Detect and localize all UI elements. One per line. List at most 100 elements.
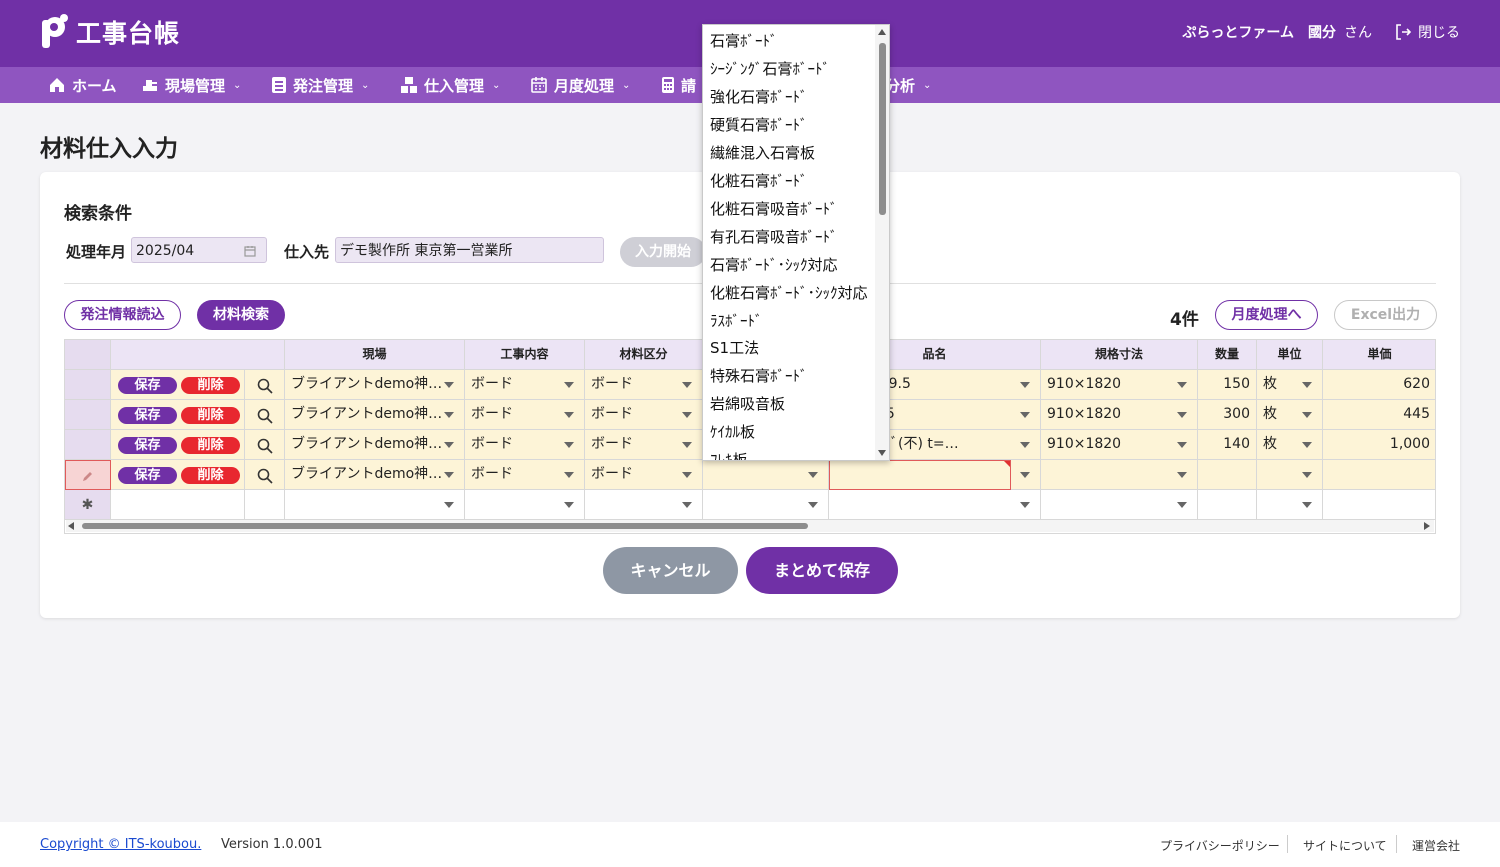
- search-icon[interactable]: [257, 408, 273, 424]
- new-cell-product[interactable]: [829, 490, 1041, 520]
- new-cell-work[interactable]: [465, 490, 585, 520]
- input-start-button[interactable]: 入力開始: [620, 237, 706, 267]
- monthly-process-button[interactable]: 月度処理へ: [1215, 300, 1318, 330]
- row-header-editing[interactable]: [65, 460, 111, 490]
- new-row-search[interactable]: [245, 490, 285, 520]
- cell-blank[interactable]: [703, 460, 829, 490]
- nav-purchase[interactable]: 仕入管理 ⌄: [400, 67, 500, 103]
- scroll-up-icon[interactable]: [878, 29, 886, 35]
- nav-order[interactable]: 発注管理 ⌄: [271, 67, 369, 103]
- cell-category[interactable]: ボード: [585, 430, 703, 460]
- row-header[interactable]: [65, 430, 111, 460]
- scrollbar-thumb[interactable]: [82, 523, 808, 529]
- cell-price[interactable]: [1323, 460, 1435, 490]
- grid-header-spec[interactable]: 規格寸法: [1041, 340, 1198, 370]
- cell-category[interactable]: ボード: [585, 400, 703, 430]
- dropdown-option[interactable]: 岩綿吸音板: [710, 393, 785, 414]
- cell-price[interactable]: 620: [1323, 370, 1435, 400]
- row-save-button[interactable]: 保存: [118, 407, 177, 424]
- dropdown-option[interactable]: 化粧石膏吸音ﾎﾞｰﾄﾞ: [710, 198, 838, 219]
- cell-work[interactable]: ボード: [465, 430, 585, 460]
- cell-site[interactable]: ブライアントdemo神…: [285, 400, 465, 430]
- search-icon[interactable]: [257, 438, 273, 454]
- row-search-cell[interactable]: [245, 460, 285, 490]
- new-cell-site[interactable]: [285, 490, 465, 520]
- row-delete-button[interactable]: 削除: [181, 437, 240, 454]
- cell-product-editing[interactable]: [829, 460, 1011, 490]
- cell-spec[interactable]: [1041, 460, 1198, 490]
- dropdown-scroll-thumb[interactable]: [879, 43, 886, 215]
- new-cell-price[interactable]: [1323, 490, 1435, 520]
- row-save-button[interactable]: 保存: [118, 467, 177, 484]
- cell-spec[interactable]: 910×1820: [1041, 400, 1198, 430]
- cell-site[interactable]: ブライアントdemo神…: [285, 430, 465, 460]
- cell-work[interactable]: ボード: [465, 400, 585, 430]
- calendar-icon[interactable]: [244, 245, 256, 257]
- grid-header-unit[interactable]: 単位: [1257, 340, 1323, 370]
- dropdown-option[interactable]: ｼｰｼﾞﾝｸﾞ石膏ﾎﾞｰﾄﾞ: [710, 58, 830, 79]
- cell-category[interactable]: ボード: [585, 370, 703, 400]
- grid-header-price[interactable]: 単価: [1323, 340, 1435, 370]
- new-cell-blank[interactable]: [703, 490, 829, 520]
- row-save-button[interactable]: 保存: [118, 437, 177, 454]
- nav-home[interactable]: ホーム: [48, 67, 117, 103]
- row-delete-button[interactable]: 削除: [181, 407, 240, 424]
- new-row-header[interactable]: ✱: [65, 490, 111, 520]
- grid-header-work[interactable]: 工事内容: [465, 340, 585, 370]
- order-info-button[interactable]: 発注情報読込: [64, 300, 181, 330]
- row-header[interactable]: [65, 370, 111, 400]
- cell-qty[interactable]: 300: [1198, 400, 1257, 430]
- cell-spec[interactable]: 910×1820: [1041, 430, 1198, 460]
- new-cell-qty[interactable]: [1198, 490, 1257, 520]
- product-dropdown-list[interactable]: 石膏ﾎﾞｰﾄﾞ ｼｰｼﾞﾝｸﾞ石膏ﾎﾞｰﾄﾞ 強化石膏ﾎﾞｰﾄﾞ 硬質石膏ﾎﾞｰ…: [702, 24, 890, 461]
- cell-price[interactable]: 1,000: [1323, 430, 1435, 460]
- nav-billing[interactable]: 請: [661, 67, 696, 103]
- cell-qty[interactable]: 150: [1198, 370, 1257, 400]
- row-delete-button[interactable]: 削除: [181, 467, 240, 484]
- about-link[interactable]: サイトについて: [1303, 837, 1387, 854]
- new-cell-unit[interactable]: [1257, 490, 1323, 520]
- dropdown-option[interactable]: 石膏ﾎﾞｰﾄﾞ: [710, 30, 778, 51]
- cell-spec[interactable]: 910×1820: [1041, 370, 1198, 400]
- cell-unit[interactable]: 枚: [1257, 400, 1323, 430]
- cell-unit[interactable]: [1257, 460, 1323, 490]
- app-logo[interactable]: 工事台帳: [40, 14, 180, 50]
- new-cell-category[interactable]: [585, 490, 703, 520]
- dropdown-option[interactable]: ﾌﾚｷ板: [710, 449, 748, 460]
- cell-work[interactable]: ボード: [465, 370, 585, 400]
- dropdown-option[interactable]: 有孔石膏吸音ﾎﾞｰﾄﾞ: [710, 226, 838, 247]
- dropdown-option[interactable]: ﾗｽﾎﾞｰﾄﾞ: [710, 310, 763, 331]
- row-save-button[interactable]: 保存: [118, 377, 177, 394]
- save-all-button[interactable]: まとめて保存: [746, 547, 898, 594]
- grid-header-qty[interactable]: 数量: [1198, 340, 1257, 370]
- dropdown-option[interactable]: 化粧石膏ﾎﾞｰﾄﾞ: [710, 170, 808, 191]
- material-search-button[interactable]: 材料検索: [197, 300, 285, 330]
- search-icon[interactable]: [257, 468, 273, 484]
- scroll-down-icon[interactable]: [878, 450, 886, 456]
- search-icon[interactable]: [257, 378, 273, 394]
- dropdown-option[interactable]: 石膏ﾎﾞｰﾄﾞ･ｼｯｸ対応: [710, 254, 838, 275]
- cell-unit[interactable]: 枚: [1257, 370, 1323, 400]
- dropdown-scrollbar[interactable]: [875, 25, 889, 460]
- month-input[interactable]: 2025/04: [131, 237, 267, 263]
- cell-qty[interactable]: [1198, 460, 1257, 490]
- excel-export-button[interactable]: Excel出力: [1334, 300, 1437, 330]
- logout-button[interactable]: 閉じる: [1394, 22, 1460, 42]
- dropdown-option[interactable]: 化粧石膏ﾎﾞｰﾄﾞ･ｼｯｸ対応: [710, 282, 868, 303]
- cell-work[interactable]: ボード: [465, 460, 585, 490]
- cell-price[interactable]: 445: [1323, 400, 1435, 430]
- row-header[interactable]: [65, 400, 111, 430]
- dropdown-option[interactable]: 特殊石膏ﾎﾞｰﾄﾞ: [710, 365, 808, 386]
- cancel-button[interactable]: キャンセル: [603, 547, 738, 594]
- grid-header-category[interactable]: 材料区分: [585, 340, 703, 370]
- new-cell-spec[interactable]: [1041, 490, 1198, 520]
- scroll-right-icon[interactable]: [1424, 522, 1430, 530]
- cell-product-dropdown[interactable]: [1011, 460, 1041, 490]
- cell-qty[interactable]: 140: [1198, 430, 1257, 460]
- row-delete-button[interactable]: 削除: [181, 377, 240, 394]
- nav-monthly[interactable]: 月度処理 ⌄: [530, 67, 630, 103]
- dropdown-option[interactable]: 硬質石膏ﾎﾞｰﾄﾞ: [710, 114, 808, 135]
- scroll-left-icon[interactable]: [68, 522, 74, 530]
- cell-site[interactable]: ブライアントdemo神…: [285, 370, 465, 400]
- cell-unit[interactable]: 枚: [1257, 430, 1323, 460]
